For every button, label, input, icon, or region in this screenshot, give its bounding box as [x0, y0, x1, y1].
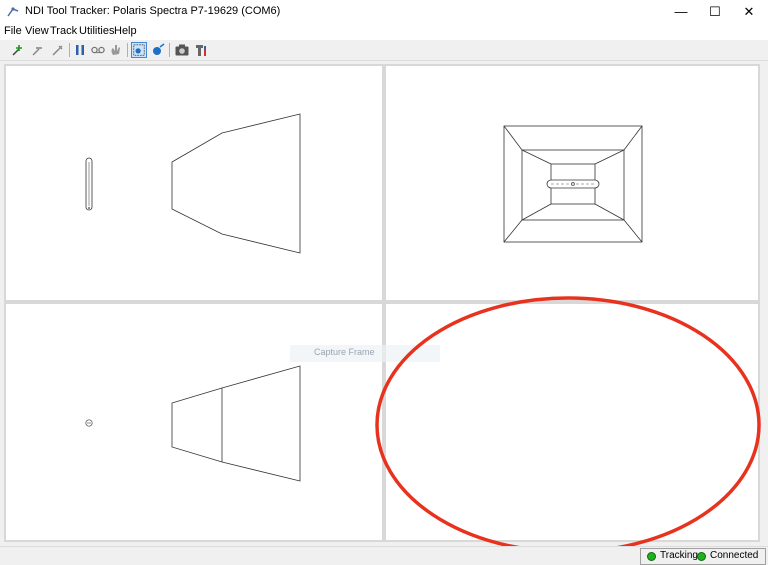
- toolbar-separator: [69, 43, 70, 57]
- view-pane-top[interactable]: [6, 304, 382, 540]
- menu-file[interactable]: File: [4, 25, 22, 37]
- close-button[interactable]: ✕: [732, 0, 766, 24]
- side-view-volume: [85, 113, 301, 254]
- status-bar: Tracking Connected: [0, 546, 768, 565]
- remove-tool-icon[interactable]: [30, 42, 46, 58]
- toolbar-separator: [127, 43, 128, 57]
- maximize-button[interactable]: ☐: [698, 0, 732, 24]
- select-view-icon[interactable]: [131, 42, 147, 58]
- eye-target-icon[interactable]: [150, 42, 166, 58]
- camera-icon[interactable]: [174, 42, 190, 58]
- menu-view[interactable]: View: [25, 25, 49, 37]
- configure-tool-icon[interactable]: [50, 42, 66, 58]
- status-panel: Tracking Connected: [640, 548, 766, 565]
- tools-icon[interactable]: [193, 42, 209, 58]
- toolbar: [0, 40, 768, 61]
- view-pane-empty[interactable]: [386, 304, 758, 540]
- record-icon[interactable]: [90, 42, 106, 58]
- capture-frame-label: Capture Frame: [314, 347, 375, 357]
- minimize-button[interactable]: —: [664, 0, 698, 24]
- title-bar: NDI Tool Tracker: Polaris Spectra P7-196…: [0, 0, 768, 24]
- menu-track[interactable]: Track: [50, 25, 77, 37]
- app-icon: [7, 7, 19, 17]
- toolbar-separator: [169, 43, 170, 57]
- front-view-volume: [503, 125, 643, 243]
- top-view-volume: [85, 365, 301, 482]
- hand-icon[interactable]: [108, 42, 124, 58]
- pause-icon[interactable]: [72, 42, 88, 58]
- menu-help[interactable]: Help: [114, 25, 137, 37]
- add-tool-icon[interactable]: [10, 42, 26, 58]
- menu-bar: File View Track Utilities Help: [0, 24, 768, 40]
- view-pane-front[interactable]: [386, 66, 758, 300]
- view-area: [4, 64, 760, 542]
- menu-utilities[interactable]: Utilities: [79, 25, 114, 37]
- connected-status-label: Connected: [710, 550, 759, 561]
- view-pane-side[interactable]: [6, 66, 382, 300]
- tracking-status-led: [647, 552, 656, 561]
- connected-status-led: [697, 552, 706, 561]
- tracking-status-label: Tracking: [660, 550, 698, 561]
- window-title: NDI Tool Tracker: Polaris Spectra P7-196…: [25, 5, 281, 17]
